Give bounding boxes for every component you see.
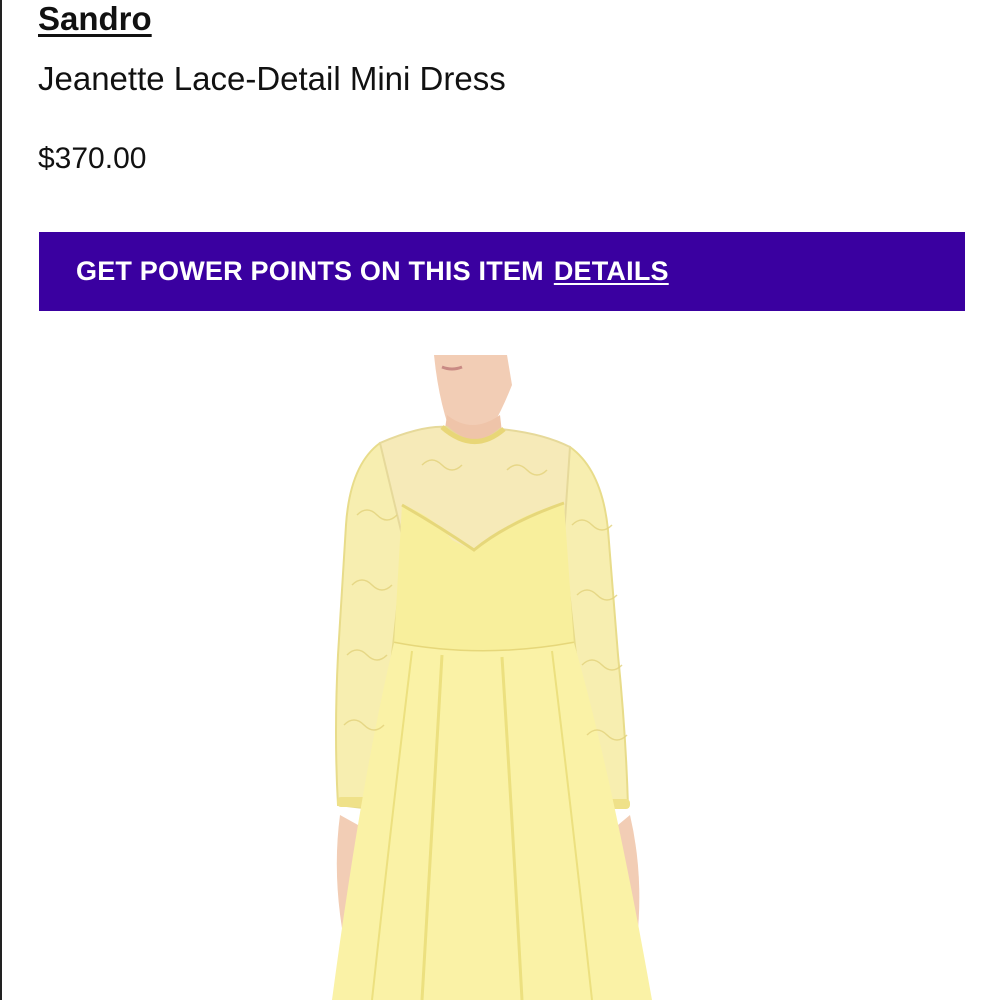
details-link[interactable]: DETAILS <box>554 256 669 287</box>
product-title: Jeanette Lace-Detail Mini Dress <box>38 60 506 97</box>
power-points-text: GET POWER POINTS ON THIS ITEM <box>76 256 544 286</box>
product-image[interactable] <box>302 355 722 1000</box>
power-points-banner: GET POWER POINTS ON THIS ITEM DETAILS <box>39 232 965 311</box>
brand-link[interactable]: Sandro <box>38 0 152 38</box>
product-page: Sandro Jeanette Lace-Detail Mini Dress $… <box>0 0 1000 1000</box>
product-price: $370.00 <box>38 142 147 175</box>
